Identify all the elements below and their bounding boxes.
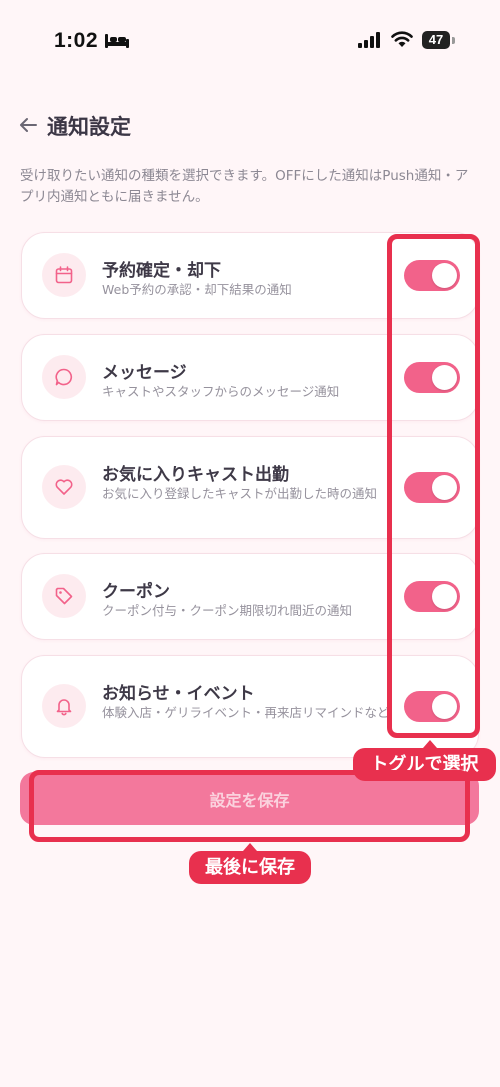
arrow-left-icon — [20, 118, 37, 132]
save-highlight-box — [29, 770, 470, 842]
save-callout-arrow — [243, 843, 257, 851]
cellular-signal-icon — [358, 32, 380, 48]
status-time: 1:02 — [54, 29, 99, 52]
battery-cap — [452, 37, 455, 44]
page-title: 通知設定 — [47, 115, 131, 139]
icon-badge — [42, 574, 86, 618]
icon-badge — [42, 355, 86, 399]
status-bar: 1:02 47 — [0, 0, 500, 80]
setting-description: Web予約の承認・却下結果の通知 — [102, 282, 292, 297]
setting-description: キャストやスタッフからのメッセージ通知 — [102, 384, 340, 399]
icon-badge — [42, 253, 86, 297]
back-button[interactable] — [18, 110, 42, 140]
setting-title: メッセージ — [102, 363, 187, 383]
icon-badge — [42, 465, 86, 509]
setting-description: 体験入店・ゲリライベント・再来店リマインドなど — [102, 705, 390, 720]
chat-bubble-icon — [55, 368, 73, 386]
save-callout: 最後に保存 — [189, 851, 311, 884]
heart-icon — [55, 479, 73, 495]
setting-description: クーポン付与・クーポン期限切れ間近の通知 — [102, 603, 353, 618]
setting-title: お知らせ・イベント — [102, 684, 255, 704]
wifi-icon — [391, 31, 413, 47]
setting-title: お気に入りキャスト出勤 — [102, 465, 289, 485]
battery-indicator: 47 — [422, 31, 450, 49]
page-description: 受け取りたい通知の種類を選択できます。OFFにした通知はPush通知・アプリ内通… — [20, 168, 469, 205]
bell-icon — [56, 699, 72, 716]
toggle-callout-arrow — [423, 740, 437, 748]
icon-badge — [42, 684, 86, 728]
tag-icon — [55, 587, 73, 605]
calendar-icon — [55, 266, 73, 284]
setting-title: 予約確定・却下 — [102, 261, 221, 281]
bed-icon — [105, 34, 129, 48]
setting-title: クーポン — [102, 582, 170, 602]
setting-description: お気に入り登録したキャストが出勤した時の通知 — [102, 486, 378, 501]
toggle-highlight-box — [387, 234, 480, 738]
